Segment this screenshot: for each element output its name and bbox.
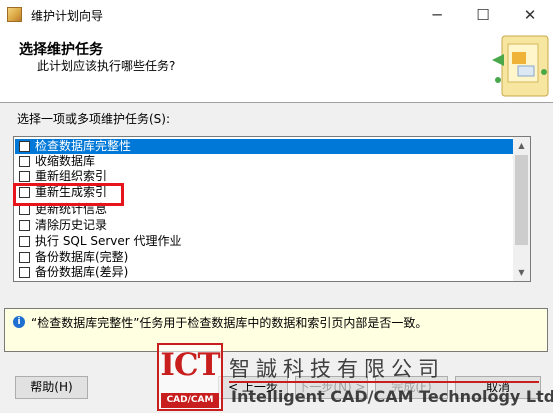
task-item-label: 重新组织索引 <box>35 169 108 183</box>
maximize-button[interactable]: ☐ <box>460 0 506 30</box>
company-name-english: Intelligent CAD/CAM Technology Ltd. <box>231 387 553 406</box>
logo-text: ICT <box>160 347 220 383</box>
scroll-down-icon[interactable]: ▼ <box>513 264 530 281</box>
ict-logo: ICT CAD/CAM <box>157 343 223 411</box>
vertical-scrollbar[interactable]: ▲ ▼ <box>513 137 530 281</box>
task-checkbox[interactable] <box>19 141 30 152</box>
company-watermark: ICT CAD/CAM 智誠科技有限公司 Intelligent CAD/CAM… <box>157 343 553 413</box>
task-checkbox[interactable] <box>19 252 30 263</box>
task-item-label: 收缩数据库 <box>35 154 96 168</box>
task-item-label: 备份数据库(差异) <box>35 265 129 279</box>
title-bar: 维护计划向导 ─ ☐ ✕ <box>0 0 553 30</box>
app-icon <box>7 7 22 22</box>
task-checkbox[interactable] <box>19 267 30 278</box>
page-subtitle: 此计划应该执行哪些任务? <box>37 59 176 73</box>
scroll-up-icon[interactable]: ▲ <box>513 137 530 154</box>
task-item-label: 执行 SQL Server 代理作业 <box>35 234 182 248</box>
task-item-run-agent-job[interactable]: 执行 SQL Server 代理作业 <box>15 234 513 249</box>
task-checkbox[interactable] <box>19 220 30 231</box>
wizard-graphic-icon <box>492 35 549 97</box>
task-item-reorganize-index[interactable]: 重新组织索引 <box>15 169 513 184</box>
task-description-text: “检查数据库完整性”任务用于检查数据库中的数据和索引页内部是否一致。 <box>31 316 428 330</box>
annotation-highlight-box <box>13 183 124 206</box>
company-name-chinese: 智誠科技有限公司 <box>229 357 445 381</box>
task-item-shrink-database[interactable]: 收缩数据库 <box>15 154 513 169</box>
task-checkbox[interactable] <box>19 171 30 182</box>
help-button[interactable]: 帮助(H) <box>15 376 88 399</box>
task-listbox[interactable]: 检查数据库完整性 收缩数据库 重新组织索引 重新生成索引 更新统计信息 清除历史… <box>13 136 531 282</box>
task-item-check-integrity[interactable]: 检查数据库完整性 <box>15 139 513 154</box>
info-icon: i <box>13 316 25 328</box>
task-checkbox[interactable] <box>19 156 30 167</box>
task-item-label: 清除历史记录 <box>35 218 108 232</box>
minimize-button[interactable]: ─ <box>414 0 460 30</box>
task-item-label: 检查数据库完整性 <box>35 139 132 153</box>
task-checkbox[interactable] <box>19 236 30 247</box>
page-title: 选择维护任务 <box>19 42 103 58</box>
task-item-cleanup-history[interactable]: 清除历史记录 <box>15 218 513 233</box>
task-item-backup-differential[interactable]: 备份数据库(差异) <box>15 265 513 280</box>
task-item-label: 备份数据库(完整) <box>35 250 129 264</box>
close-button[interactable]: ✕ <box>507 0 553 30</box>
logo-subtext: CAD/CAM <box>161 393 219 408</box>
task-list-label: 选择一项或多项维护任务(S): <box>17 112 171 126</box>
wizard-header: 选择维护任务 此计划应该执行哪些任务? <box>0 30 553 103</box>
task-item-backup-full[interactable]: 备份数据库(完整) <box>15 250 513 265</box>
window-title: 维护计划向导 <box>31 9 104 23</box>
scroll-thumb[interactable] <box>515 155 528 245</box>
watermark-divider <box>229 381 539 383</box>
